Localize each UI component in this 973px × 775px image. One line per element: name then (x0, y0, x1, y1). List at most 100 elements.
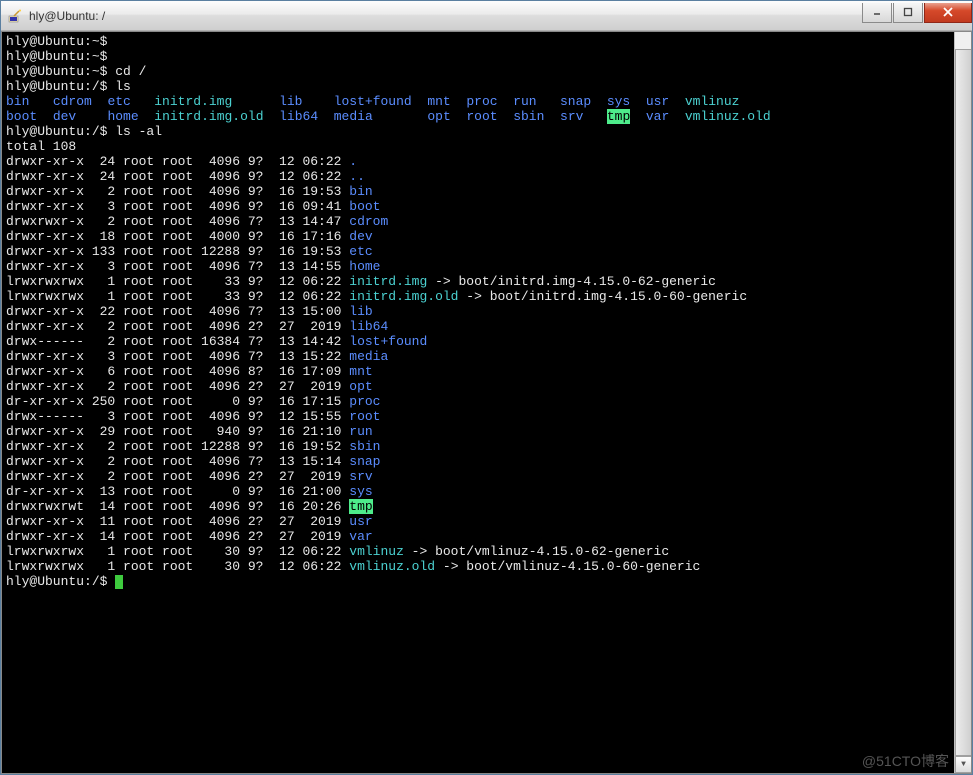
terminal-text: drwx------ 3 root root 4096 9? 12 15:55 (6, 409, 349, 424)
terminal-text: media (334, 109, 373, 124)
scrollbar[interactable]: ▲ ▼ (954, 32, 971, 773)
terminal-line: drwxr-xr-x 3 root root 4096 9? 16 09:41 … (6, 199, 969, 214)
terminal-area[interactable]: hly@Ubuntu:~$hly@Ubuntu:~$hly@Ubuntu:~$ … (1, 31, 972, 774)
terminal-text: boot (349, 199, 380, 214)
terminal-text: opt (427, 109, 450, 124)
close-button[interactable] (924, 3, 972, 23)
terminal-text: drwxr-xr-x 3 root root 4096 9? 16 09:41 (6, 199, 349, 214)
terminal-text: srv (349, 469, 372, 484)
terminal-line: lrwxrwxrwx 1 root root 33 9? 12 06:22 in… (6, 289, 969, 304)
titlebar[interactable]: hly@Ubuntu: / (1, 1, 972, 31)
terminal-text: drwxrwxrwt 14 root root 4096 9? 16 20:26 (6, 499, 349, 514)
terminal-text: proc (466, 94, 497, 109)
terminal-text: etc (107, 94, 130, 109)
terminal-text: mnt (427, 94, 450, 109)
terminal-line: drwx------ 2 root root 16384 7? 13 14:42… (6, 334, 969, 349)
terminal-text (630, 109, 646, 124)
terminal-text: sys (607, 94, 630, 109)
terminal-text: srv (560, 109, 583, 124)
terminal-text (37, 109, 53, 124)
terminal-text: initrd.img (349, 274, 427, 289)
scroll-thumb[interactable] (955, 49, 972, 756)
terminal-text (544, 109, 560, 124)
terminal-text (591, 94, 607, 109)
terminal-text (412, 94, 428, 109)
terminal-text: var (646, 109, 669, 124)
terminal-text (318, 109, 334, 124)
terminal-line: drwxr-xr-x 29 root root 940 9? 16 21:10 … (6, 424, 969, 439)
terminal-text: drwxr-xr-x 2 root root 4096 2? 27 2019 (6, 319, 349, 334)
terminal-line: drwxr-xr-x 2 root root 4096 2? 27 2019 o… (6, 379, 969, 394)
terminal-text: drwx------ 2 root root 16384 7? 13 14:42 (6, 334, 349, 349)
terminal-text: snap (560, 94, 591, 109)
terminal-text: drwxr-xr-x 29 root root 940 9? 16 21:10 (6, 424, 349, 439)
terminal-line: drwxr-xr-x 133 root root 12288 9? 16 19:… (6, 244, 969, 259)
scroll-down-button[interactable]: ▼ (955, 756, 972, 773)
terminal-text: lrwxrwxrwx 1 root root 30 9? 12 06:22 (6, 559, 349, 574)
terminal-line: drwxrwxr-x 2 root root 4096 7? 13 14:47 … (6, 214, 969, 229)
minimize-button[interactable] (862, 3, 892, 23)
terminal-line: drwxr-xr-x 2 root root 4096 7? 13 15:14 … (6, 454, 969, 469)
terminal-text: vmlinuz (685, 94, 740, 109)
terminal-text (139, 109, 155, 124)
terminal-line: drwxr-xr-x 2 root root 4096 9? 16 19:53 … (6, 184, 969, 199)
terminal-text (232, 94, 279, 109)
terminal-line: drwx------ 3 root root 4096 9? 12 15:55 … (6, 409, 969, 424)
terminal-line: dr-xr-xr-x 13 root root 0 9? 16 21:00 sy… (6, 484, 969, 499)
terminal-text (29, 94, 52, 109)
terminal-text: hly@Ubuntu:~$ cd / (6, 64, 146, 79)
terminal-text (669, 94, 685, 109)
watermark: @51CTO博客 (862, 754, 949, 769)
terminal-text (583, 109, 606, 124)
terminal-text: -> boot/initrd.img-4.15.0-60-generic (458, 289, 747, 304)
terminal-line: boot dev home initrd.img.old lib64 media… (6, 109, 969, 124)
terminal-line: hly@Ubuntu:/$ ls -al (6, 124, 969, 139)
terminal-text: lost+found (349, 334, 427, 349)
terminal-line: drwxr-xr-x 18 root root 4000 9? 16 17:16… (6, 229, 969, 244)
terminal-text: cdrom (53, 94, 92, 109)
terminal-text: lib64 (279, 109, 318, 124)
terminal-text: total 108 (6, 139, 76, 154)
terminal-text: lib64 (349, 319, 388, 334)
terminal-text (373, 109, 428, 124)
terminal-text: etc (349, 244, 372, 259)
terminal-text: usr (349, 514, 372, 529)
terminal-text: var (349, 529, 372, 544)
terminal-line: total 108 (6, 139, 969, 154)
terminal-text: dr-xr-xr-x 250 root root 0 9? 16 17:15 (6, 394, 349, 409)
terminal-line: lrwxrwxrwx 1 root root 30 9? 12 06:22 vm… (6, 559, 969, 574)
terminal-text (264, 109, 280, 124)
terminal-text: opt (349, 379, 372, 394)
terminal-text: root (349, 409, 380, 424)
terminal-text: snap (349, 454, 380, 469)
terminal-line: drwxr-xr-x 24 root root 4096 9? 12 06:22… (6, 169, 969, 184)
terminal-text: root (466, 109, 497, 124)
terminal-text: drwxr-xr-x 3 root root 4096 7? 13 14:55 (6, 259, 349, 274)
terminal-line: hly@Ubuntu:~$ cd / (6, 64, 969, 79)
putty-icon (7, 8, 23, 24)
terminal-text: drwxr-xr-x 2 root root 12288 9? 16 19:52 (6, 439, 349, 454)
terminal-text: dev (349, 229, 372, 244)
terminal-line: drwxrwxrwt 14 root root 4096 9? 16 20:26… (6, 499, 969, 514)
terminal-text: drwxr-xr-x 24 root root 4096 9? 12 06:22 (6, 169, 349, 184)
terminal-text: lrwxrwxrwx 1 root root 33 9? 12 06:22 (6, 289, 349, 304)
terminal-text: drwxr-xr-x 2 root root 4096 9? 16 19:53 (6, 184, 349, 199)
terminal-text: lrwxrwxrwx 1 root root 33 9? 12 06:22 (6, 274, 349, 289)
terminal-text: lost+found (334, 94, 412, 109)
app-window: hly@Ubuntu: / hly@Ubuntu:~$hly@Ubuntu:~$… (0, 0, 973, 775)
terminal-text: vmlinuz.old (685, 109, 771, 124)
terminal-line: drwxr-xr-x 24 root root 4096 9? 12 06:22… (6, 154, 969, 169)
terminal-text: hly@Ubuntu:~$ (6, 34, 107, 49)
maximize-button[interactable] (893, 3, 923, 23)
terminal-text: lib (279, 94, 302, 109)
terminal-text: -> boot/initrd.img-4.15.0-62-generic (427, 274, 716, 289)
terminal-line: hly@Ubuntu:~$ (6, 34, 969, 49)
terminal-text (669, 109, 685, 124)
terminal-text: home (349, 259, 380, 274)
terminal-text: . (349, 154, 357, 169)
terminal-line: lrwxrwxrwx 1 root root 33 9? 12 06:22 in… (6, 274, 969, 289)
terminal-text: drwxr-xr-x 3 root root 4096 7? 13 15:22 (6, 349, 349, 364)
terminal-line: drwxr-xr-x 2 root root 12288 9? 16 19:52… (6, 439, 969, 454)
terminal-text (630, 94, 646, 109)
terminal-text: lrwxrwxrwx 1 root root 30 9? 12 06:22 (6, 544, 349, 559)
